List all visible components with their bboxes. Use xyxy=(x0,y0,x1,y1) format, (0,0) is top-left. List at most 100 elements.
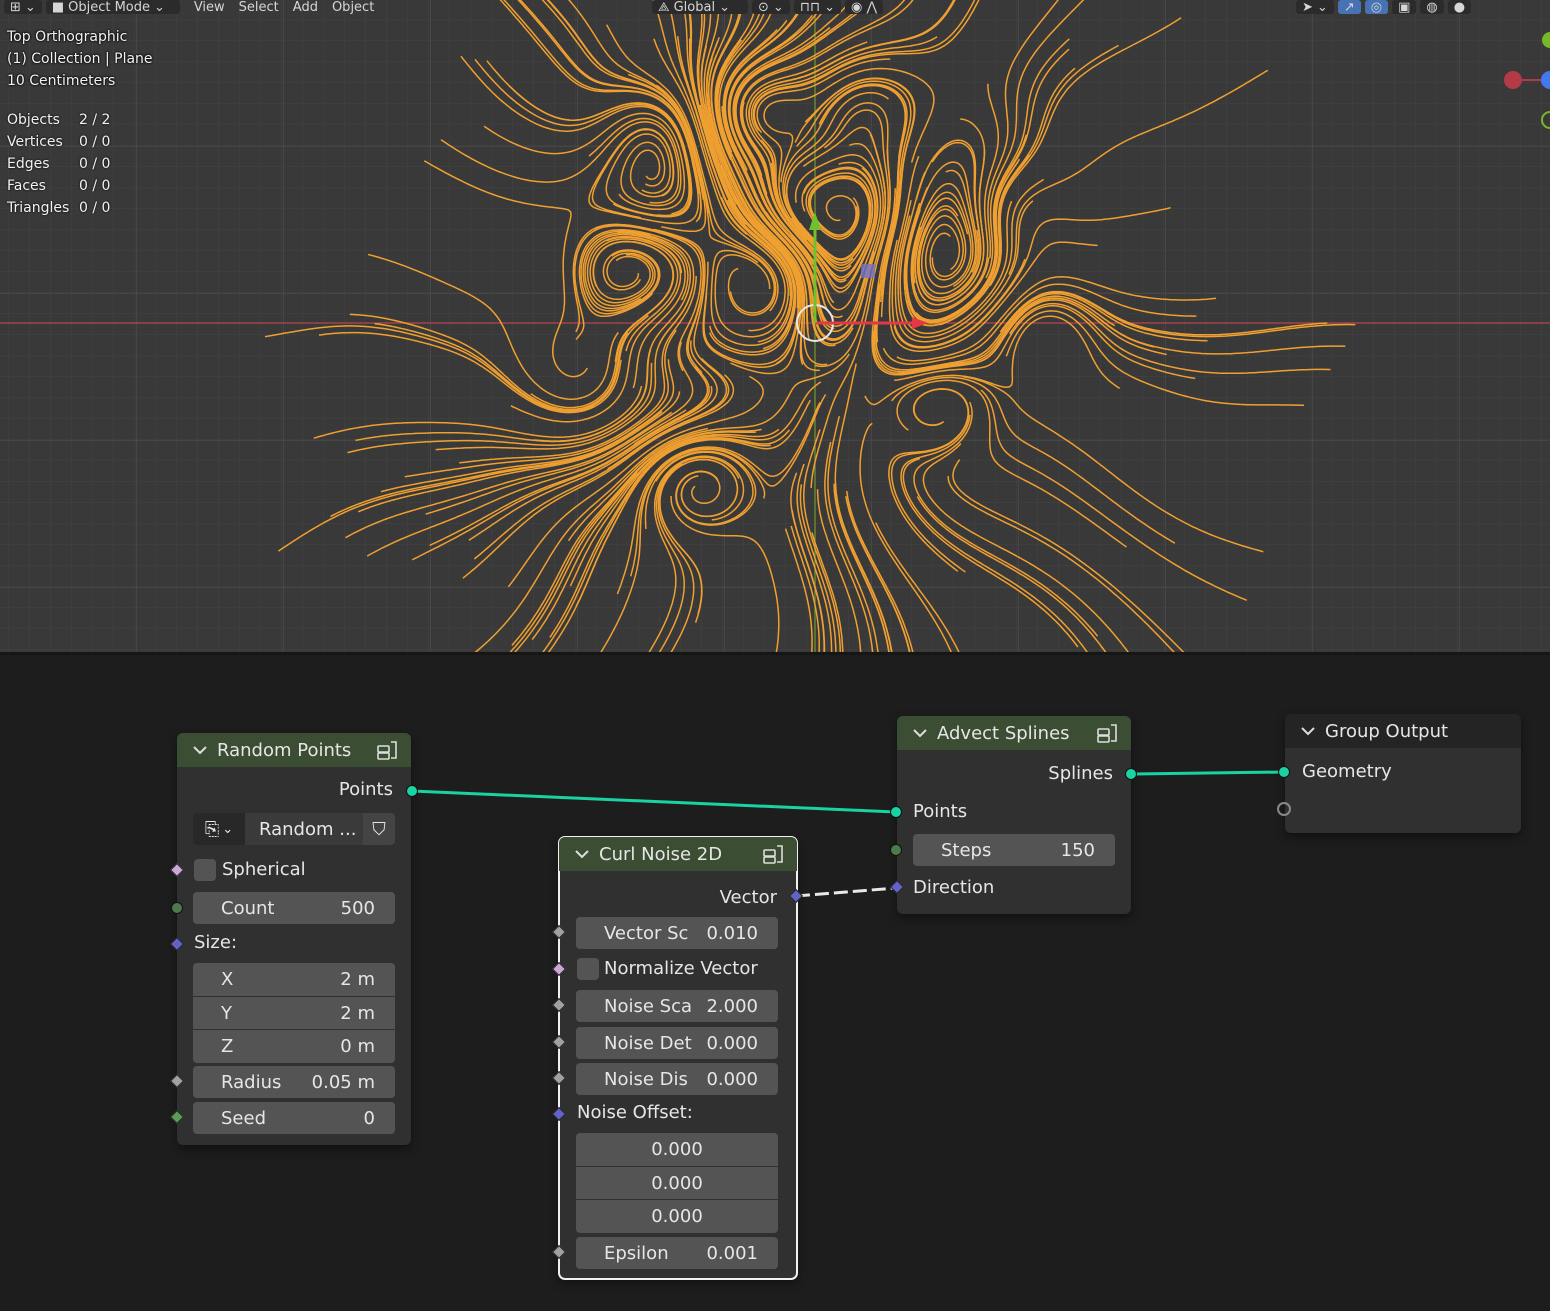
size-label: Size: xyxy=(194,932,238,953)
shading-wireframe-button[interactable]: ◍ xyxy=(1420,0,1444,15)
node-random-points[interactable]: Random Points Points ⎘ ⌄ Random ... ⛉ Sph… xyxy=(169,733,418,1145)
input-noise-detail-socket[interactable] xyxy=(551,1034,567,1050)
node-header[interactable]: Curl Noise 2D xyxy=(559,837,797,871)
seed-field[interactable]: Seed 0 xyxy=(193,1102,395,1134)
node-group-icon[interactable] xyxy=(761,843,787,865)
input-noise-distortion-socket[interactable] xyxy=(551,1070,567,1086)
object-mode-icon: ■ xyxy=(51,0,65,15)
noise-detail-field[interactable]: Noise Det 0.000 xyxy=(576,1027,778,1059)
node-group-output[interactable]: Group Output Geometry xyxy=(1277,714,1521,833)
node-group-name[interactable]: Random ... xyxy=(245,813,363,845)
grid-scale: 10 Centimeters xyxy=(7,73,116,89)
input-seed-socket[interactable] xyxy=(169,1109,185,1125)
spherical-checkbox[interactable] xyxy=(194,859,216,881)
menu-add[interactable]: Add xyxy=(293,0,332,15)
noise-offset-z-field[interactable]: 0.000 xyxy=(576,1200,778,1233)
node-advect-splines[interactable]: Advect Splines Splines Points Steps 150 D… xyxy=(889,716,1137,914)
menu-view[interactable]: View xyxy=(194,0,239,15)
input-radius-socket[interactable] xyxy=(169,1073,185,1089)
input-normalize-socket[interactable] xyxy=(551,961,567,977)
gizmo-icon: ↗ xyxy=(1343,0,1355,15)
output-vector-socket[interactable] xyxy=(788,888,804,904)
noise-scale-field[interactable]: Noise Sca 2.000 xyxy=(576,990,778,1022)
vector-scale-field[interactable]: Vector Sc 0.010 xyxy=(576,917,778,949)
proportional-edit-button[interactable]: ◉ ⋀ xyxy=(845,0,884,15)
chevron-down-icon: ⌄ xyxy=(24,0,36,15)
output-vector-label: Vector xyxy=(719,887,777,908)
viewport-canvas[interactable] xyxy=(0,0,1550,652)
output-points-socket[interactable] xyxy=(406,785,418,797)
output-splines-socket[interactable] xyxy=(1125,768,1137,780)
node-group-icon[interactable] xyxy=(375,739,401,761)
noise-offset-y-field[interactable]: 0.000 xyxy=(576,1167,778,1199)
visibility-button[interactable]: ➤ ⌄ xyxy=(1296,0,1334,15)
plane-handle xyxy=(861,264,875,278)
node-group-icon[interactable]: ⎘ ⌄ xyxy=(193,819,245,840)
node-header[interactable]: Random Points xyxy=(177,733,411,767)
radius-field[interactable]: Radius 0.05 m xyxy=(193,1066,395,1098)
output-points-label: Points xyxy=(338,779,393,800)
input-noise-offset-socket[interactable] xyxy=(551,1106,567,1122)
menu-select[interactable]: Select xyxy=(239,0,293,15)
gizmo-button[interactable]: ↗ xyxy=(1337,0,1361,15)
input-direction-socket[interactable] xyxy=(889,879,905,895)
size-z-field[interactable]: Z0 m xyxy=(193,1030,395,1063)
epsilon-field[interactable]: Epsilon 0.001 xyxy=(576,1237,778,1269)
fake-user-shield-icon[interactable]: ⛉ xyxy=(363,813,395,845)
noise-distortion-field[interactable]: Noise Dis 0.000 xyxy=(576,1063,778,1095)
mode-selector[interactable]: ■ Object Mode ⌄ xyxy=(45,0,180,15)
input-geometry-socket[interactable] xyxy=(1278,766,1290,778)
mode-label: Object Mode xyxy=(68,0,151,15)
chevron-down-icon[interactable] xyxy=(573,845,591,863)
statistics-overlay: Objects 2 / 2 Vertices 0 / 0 Edges 0 / 0 Fa… xyxy=(7,109,110,219)
node-title: Advect Splines xyxy=(937,722,1070,744)
size-y-field[interactable]: Y2 m xyxy=(193,997,395,1029)
input-noise-scale-socket[interactable] xyxy=(551,997,567,1013)
chevron-down-icon[interactable] xyxy=(911,724,929,742)
node-group-icon[interactable] xyxy=(1095,722,1121,744)
datablock-selector[interactable]: ⎘ ⌄ Random ... ⛉ xyxy=(193,813,395,845)
pivot-icon: ⊙ xyxy=(758,0,769,15)
3d-viewport[interactable]: ⊞ ⌄ ■ Object Mode ⌄ View Select Add Objec… xyxy=(0,0,1550,652)
shading-solid-button[interactable]: ● xyxy=(1447,0,1472,15)
overlay-button[interactable]: ◎ xyxy=(1364,0,1389,15)
normalize-vector-checkbox[interactable] xyxy=(577,958,599,980)
input-count-socket[interactable] xyxy=(171,902,183,914)
normalize-vector-label: Normalize Vector xyxy=(604,958,758,979)
node-title: Group Output xyxy=(1325,720,1449,742)
nav-gizmo-x xyxy=(1504,71,1522,89)
node-header[interactable]: Advect Splines xyxy=(897,716,1131,750)
link-vector-to-direction xyxy=(795,886,897,898)
noise-offset-x-field[interactable]: 0.000 xyxy=(576,1133,778,1166)
size-x-field[interactable]: X2 m xyxy=(193,963,395,996)
input-points-socket[interactable] xyxy=(890,806,902,818)
node-header[interactable]: Group Output xyxy=(1285,714,1521,748)
node-curl-noise-2d[interactable]: Curl Noise 2D Vector Vector Sc 0.010 Norm… xyxy=(551,836,804,1280)
node-editor[interactable]: Random Points Points ⎘ ⌄ Random ... ⛉ Sph… xyxy=(0,655,1550,1311)
proportional-icon: ◉ ⋀ xyxy=(851,0,878,15)
shading-header: ➤ ⌄ ↗ ◎ ▣ ◍ ● xyxy=(1296,0,1475,15)
link-splines-to-geometry xyxy=(1130,770,1286,776)
menu-object[interactable]: Object xyxy=(332,0,388,15)
chevron-down-icon: ⌄ xyxy=(154,0,165,15)
input-steps-socket[interactable] xyxy=(890,844,902,856)
transform-header: ⟁ Global ⌄ ⊙ ⌄ ⊓⊓ ⌄ ◉ ⋀ xyxy=(652,0,887,15)
count-field[interactable]: Count 500 xyxy=(193,892,395,924)
editor-type-button[interactable]: ⊞ ⌄ xyxy=(4,0,42,15)
empty-input-socket[interactable] xyxy=(1277,802,1291,816)
snap-button[interactable]: ⊓⊓ ⌄ xyxy=(793,0,842,15)
input-points-label: Points xyxy=(913,801,968,822)
stat-row: Objects 2 / 2 xyxy=(7,112,111,128)
active-collection: (1) Collection | Plane xyxy=(7,51,153,67)
xray-button[interactable]: ▣ xyxy=(1392,0,1417,15)
transform-orientation-selector[interactable]: ⟁ Global ⌄ xyxy=(652,0,748,15)
chevron-down-icon[interactable] xyxy=(191,741,209,759)
pivot-point-button[interactable]: ⊙ ⌄ xyxy=(752,0,790,15)
input-size-socket[interactable] xyxy=(169,936,185,952)
chevron-down-icon[interactable] xyxy=(1299,722,1317,740)
input-vector-scale-socket[interactable] xyxy=(551,924,567,940)
steps-field[interactable]: Steps 150 xyxy=(913,834,1115,866)
xray-icon: ▣ xyxy=(1398,0,1411,15)
input-spherical-socket[interactable] xyxy=(169,862,185,878)
input-epsilon-socket[interactable] xyxy=(551,1244,567,1260)
